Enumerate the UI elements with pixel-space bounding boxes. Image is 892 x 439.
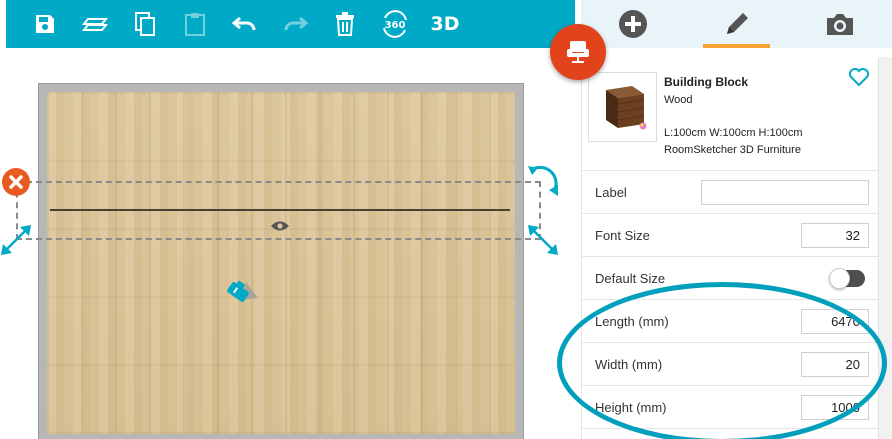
label-label: Label — [595, 185, 627, 200]
item-source: RoomSketcher 3D Furniture — [664, 144, 801, 156]
view-3d-button[interactable]: 3D — [420, 0, 470, 48]
paste-icon — [185, 13, 205, 36]
layers-icon — [82, 18, 108, 31]
app-window: 360 3D Building Block Wood L:100cm W:100… — [0, 0, 892, 439]
add-icon — [618, 10, 647, 38]
view-360-icon: 360 — [383, 10, 407, 38]
redo-icon — [284, 16, 308, 31]
length-label: Length (mm) — [595, 314, 669, 329]
width-label: Width (mm) — [595, 357, 663, 372]
delete-button[interactable] — [320, 0, 370, 48]
item-material: Wood — [664, 94, 693, 106]
camera-icon — [827, 14, 854, 35]
floor-plan-canvas[interactable] — [0, 48, 578, 439]
label-row: Label — [582, 171, 878, 214]
panel-tabs — [581, 0, 892, 48]
layers-button[interactable] — [70, 0, 120, 48]
save-button[interactable] — [20, 0, 70, 48]
favorite-heart-icon[interactable] — [848, 67, 870, 87]
tab-camera[interactable] — [788, 0, 892, 48]
copy-button[interactable] — [120, 0, 170, 48]
undo-button[interactable] — [220, 0, 270, 48]
toggle-knob — [829, 268, 850, 289]
resize-right-icon[interactable] — [527, 224, 559, 256]
copy-icon — [135, 12, 155, 36]
properties-panel: Building Block Wood L:100cm W:100cm H:10… — [581, 57, 878, 439]
edit-pencil-icon — [726, 13, 748, 34]
default-size-label: Default Size — [595, 271, 666, 286]
view-3d-label: 3D — [430, 13, 460, 35]
tab-edit[interactable] — [685, 0, 789, 48]
paste-button[interactable] — [170, 0, 220, 48]
default-size-row: Default Size — [582, 257, 878, 300]
panel-scrollbar[interactable] — [878, 57, 892, 439]
height-input[interactable]: 1000 — [801, 395, 869, 420]
armchair-icon — [567, 41, 589, 63]
height-label: Height (mm) — [595, 400, 667, 415]
font-size-label: Font Size — [595, 228, 650, 243]
label-input[interactable] — [701, 180, 869, 205]
default-size-toggle[interactable] — [829, 268, 865, 289]
undo-icon — [232, 16, 256, 31]
close-icon[interactable] — [1, 167, 31, 197]
length-row: Length (mm) 6470 — [582, 300, 878, 343]
font-size-row: Font Size 32 — [582, 214, 878, 257]
svg-text:360: 360 — [385, 20, 406, 31]
room-walls[interactable] — [38, 83, 524, 439]
trash-icon — [336, 12, 354, 36]
main-toolbar: 360 3D — [6, 0, 575, 48]
item-title: Building Block — [664, 75, 748, 89]
rotate-icon[interactable] — [525, 163, 561, 199]
item-info: Building Block Wood L:100cm W:100cm H:10… — [582, 57, 878, 171]
width-row: Width (mm) 20 — [582, 343, 878, 386]
width-input[interactable]: 20 — [801, 352, 869, 377]
resize-left-icon[interactable] — [0, 224, 32, 256]
save-icon — [36, 15, 54, 33]
wood-block-image — [605, 86, 646, 130]
item-thumbnail — [588, 72, 657, 142]
building-block[interactable] — [50, 209, 510, 211]
wood-floor — [47, 92, 515, 434]
view-360-button[interactable]: 360 — [370, 0, 420, 48]
font-size-input[interactable]: 32 — [801, 223, 869, 248]
furniture-button[interactable] — [550, 24, 606, 80]
item-dimensions: L:100cm W:100cm H:100cm — [664, 127, 803, 139]
redo-button[interactable] — [270, 0, 320, 48]
height-row: Height (mm) 1000 — [582, 386, 878, 429]
length-input[interactable]: 6470 — [801, 309, 869, 334]
eye-icon[interactable] — [270, 220, 290, 232]
camera-marker-icon[interactable] — [222, 268, 266, 310]
